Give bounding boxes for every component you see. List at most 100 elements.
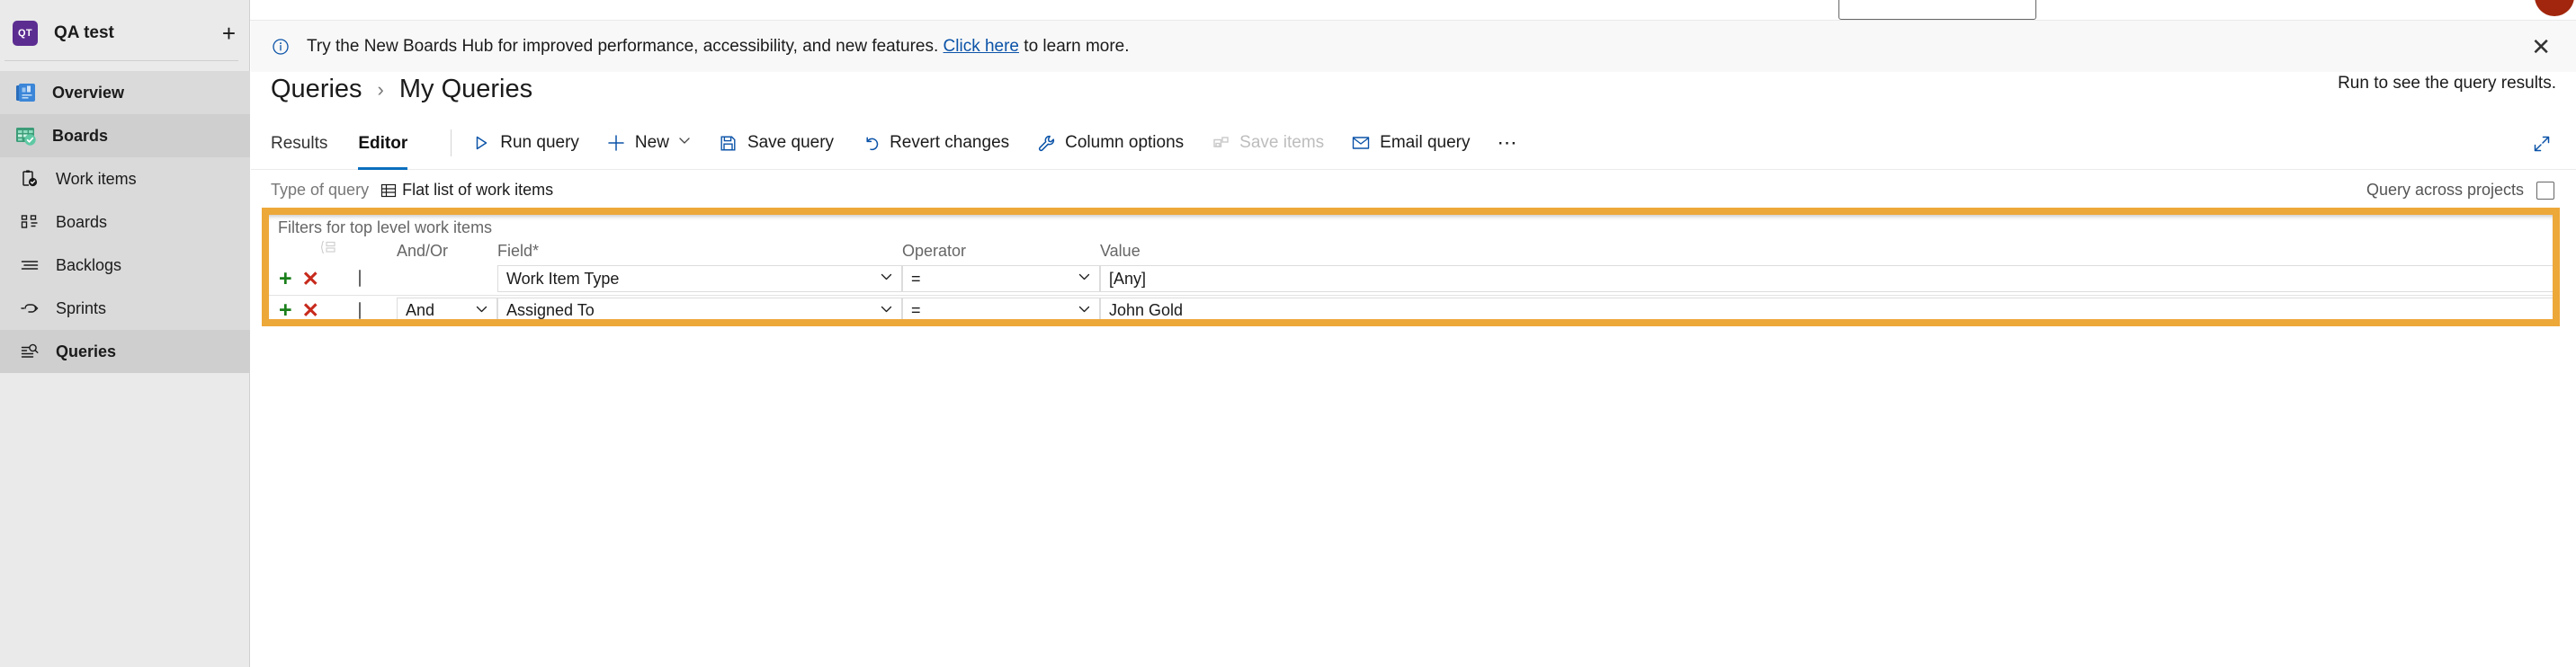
value-input[interactable]: [Any] [1100, 265, 2553, 292]
operator-cell: = [902, 263, 1100, 295]
global-header-strip [0, 0, 2576, 21]
query-across-projects[interactable]: Query across projects [2366, 181, 2576, 200]
tab-results[interactable]: Results [271, 117, 327, 170]
query-type-row: Type of query Flat list of work items Qu… [251, 170, 2576, 210]
run-query-label: Run query [500, 133, 579, 153]
group-header [319, 238, 359, 263]
value-input[interactable]: John Gold [1100, 298, 2553, 320]
field-value: Assigned To [506, 301, 873, 319]
banner-link[interactable]: Click here [944, 37, 1019, 56]
query-type-value[interactable]: Flat list of work items [402, 181, 553, 200]
and-or-value: And [406, 301, 469, 319]
table-row: + ✕ And [269, 295, 2553, 319]
delete-clause-row-icon[interactable]: ✕ [302, 269, 319, 289]
breadcrumb-current: My Queries [399, 75, 532, 104]
save-query-button[interactable]: Save query [719, 133, 834, 153]
plus-icon [606, 133, 626, 153]
sidebar-item-board[interactable]: Boards [0, 200, 250, 244]
sidebar: QT QA test + Overview [0, 0, 250, 667]
operator-dropdown[interactable]: = [902, 265, 1100, 292]
row-checkbox[interactable] [359, 270, 361, 287]
query-type-label: Type of query [271, 181, 369, 200]
sidebar-item-backlogs[interactable]: Backlogs [0, 244, 250, 287]
project-name: QA test [54, 23, 222, 43]
group-cell [319, 295, 359, 319]
value-text: [Any] [1109, 270, 1146, 289]
field-cell: Assigned To [497, 295, 902, 319]
chevron-down-icon [474, 301, 489, 320]
column-options-button[interactable]: Column options [1036, 133, 1184, 153]
value-cell: [Any] [1100, 263, 2553, 295]
revert-changes-button[interactable]: Revert changes [861, 133, 1009, 153]
overview-icon [13, 79, 40, 106]
field-dropdown[interactable]: Work Item Type [497, 265, 902, 292]
sidebar-item-overview[interactable]: Overview [0, 71, 250, 114]
sidebar-item-label: Overview [52, 84, 124, 102]
value-text: John Gold [1109, 301, 1183, 319]
chevron-right-icon: › [378, 78, 384, 102]
work-items-icon [16, 165, 43, 192]
sprints-icon [16, 295, 43, 322]
save-items-label: Save items [1239, 133, 1324, 153]
sidebar-item-boards[interactable]: Boards [0, 114, 250, 157]
filters-header-row: And/Or Field* Operator Value [269, 238, 2553, 263]
new-button[interactable]: New [606, 133, 692, 153]
new-label: New [635, 133, 669, 153]
filters-table: And/Or Field* Operator Value + [269, 238, 2553, 319]
sidebar-item-label: Boards [52, 127, 108, 146]
run-to-see-results-hint: Run to see the query results. [2322, 72, 2556, 94]
filters-panel-title: Filters for top level work items [278, 218, 492, 237]
notification-banner: Try the New Boards Hub for improved perf… [251, 21, 2576, 72]
save-query-label: Save query [747, 133, 834, 153]
and-or-header: And/Or [397, 238, 497, 263]
row-actions-cell: + ✕ [269, 263, 319, 295]
close-icon[interactable]: ✕ [2531, 35, 2556, 58]
query-across-projects-label: Query across projects [2366, 181, 2524, 200]
row-checkbox[interactable] [359, 302, 361, 319]
sidebar-item-queries[interactable]: Queries [0, 330, 250, 373]
and-or-dropdown[interactable]: And [397, 298, 497, 320]
run-query-button[interactable]: Run query [471, 133, 579, 153]
and-or-cell: And [397, 295, 497, 319]
sidebar-divider [4, 60, 238, 61]
main-content: Try the New Boards Hub for improved perf… [251, 21, 2576, 667]
breadcrumb-root[interactable]: Queries [271, 75, 362, 104]
select-header [359, 238, 397, 263]
user-avatar[interactable] [2535, 0, 2574, 16]
info-icon [271, 37, 291, 57]
banner-text-after: to learn more. [1024, 37, 1129, 56]
email-query-button[interactable]: Email query [1351, 133, 1470, 153]
email-query-label: Email query [1380, 133, 1470, 153]
chevron-down-icon [677, 133, 692, 153]
more-options-button[interactable]: ⋯ [1497, 131, 1519, 155]
backlogs-icon [16, 252, 43, 279]
global-search-input[interactable] [1838, 0, 2036, 20]
group-cell [319, 263, 359, 295]
table-row: + ✕ Work Item Type [269, 263, 2553, 295]
filters-highlight-box: Filters for top level work items [262, 208, 2560, 326]
operator-value: = [911, 301, 1071, 319]
value-cell: John Gold [1100, 295, 2553, 319]
field-cell: Work Item Type [497, 263, 902, 295]
board-icon [16, 209, 43, 236]
sidebar-item-work-items[interactable]: Work items [0, 157, 250, 200]
add-clause-row-icon[interactable]: + [279, 299, 292, 319]
toolbar-divider [451, 129, 452, 156]
row-actions-cell: + ✕ [269, 295, 319, 319]
delete-clause-row-icon[interactable]: ✕ [302, 300, 319, 319]
sidebar-item-label: Queries [56, 342, 116, 361]
sidebar-item-sprints[interactable]: Sprints [0, 287, 250, 330]
app-root: QT QA test + Overview [0, 0, 2576, 667]
tab-editor[interactable]: Editor [358, 117, 407, 170]
operator-dropdown[interactable]: = [902, 298, 1100, 320]
add-clause-row-icon[interactable]: + [279, 268, 292, 290]
project-header[interactable]: QT QA test + [0, 6, 250, 60]
value-header: Value [1100, 238, 2553, 263]
query-across-projects-checkbox[interactable] [2536, 182, 2554, 200]
add-project-icon[interactable]: + [222, 22, 237, 45]
expand-icon[interactable] [2531, 133, 2553, 155]
operator-header: Operator [902, 238, 1100, 263]
field-dropdown[interactable]: Assigned To [497, 298, 902, 320]
mail-icon [1351, 133, 1371, 153]
revert-changes-label: Revert changes [890, 133, 1009, 153]
